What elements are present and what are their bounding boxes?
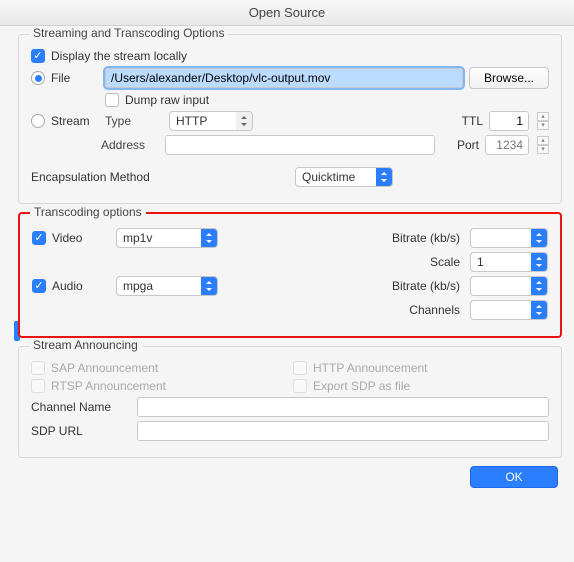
chevron-updown-icon <box>236 112 252 130</box>
chevron-updown-icon <box>201 277 217 295</box>
ok-button[interactable]: OK <box>470 466 558 488</box>
chevron-down-icon <box>531 301 547 319</box>
channel-name-label: Channel Name <box>31 400 131 414</box>
ttl-label: TTL <box>462 114 483 128</box>
scale-label: Scale <box>382 255 460 269</box>
audio-codec-select[interactable]: mpga <box>116 276 218 296</box>
ttl-input[interactable] <box>489 111 529 131</box>
channel-name-input[interactable] <box>137 397 549 417</box>
address-input[interactable] <box>165 135 435 155</box>
type-select[interactable]: HTTP <box>169 111 253 131</box>
dump-raw-checkbox[interactable] <box>105 93 119 107</box>
audio-bitrate-label: Bitrate (kb/s) <box>382 279 460 293</box>
display-locally-label: Display the stream locally <box>51 49 187 63</box>
rtsp-label: RTSP Announcement <box>51 379 166 393</box>
scale-select[interactable]: 1 <box>470 252 548 272</box>
file-path-input[interactable] <box>105 68 463 88</box>
type-label: Type <box>105 114 163 128</box>
channels-label: Channels <box>382 303 460 317</box>
chevron-down-icon <box>531 229 547 247</box>
browse-button[interactable]: Browse... <box>469 67 549 89</box>
channels-select[interactable] <box>470 300 548 320</box>
audio-label: Audio <box>52 279 110 293</box>
chevron-updown-icon <box>376 168 392 186</box>
streaming-options-legend: Streaming and Transcoding Options <box>29 26 228 40</box>
encapsulation-select[interactable]: Quicktime <box>295 167 393 187</box>
streaming-options-group: Streaming and Transcoding Options ✓ Disp… <box>18 34 562 204</box>
open-source-window: Open Source Streaming and Transcoding Op… <box>0 0 574 562</box>
video-label: Video <box>52 231 110 245</box>
sdp-url-label: SDP URL <box>31 424 131 438</box>
http-announce-checkbox <box>293 361 307 375</box>
port-label: Port <box>457 138 479 152</box>
export-sdp-label: Export SDP as file <box>313 379 410 393</box>
sdp-url-input[interactable] <box>137 421 549 441</box>
encapsulation-label: Encapsulation Method <box>31 170 181 184</box>
sap-label: SAP Announcement <box>51 361 158 375</box>
stream-announcing-legend: Stream Announcing <box>29 338 142 352</box>
dump-raw-label: Dump raw input <box>125 93 209 107</box>
video-codec-select[interactable]: mp1v <box>116 228 218 248</box>
file-radio[interactable] <box>31 71 45 85</box>
file-radio-label: File <box>51 71 99 85</box>
video-bitrate-select[interactable] <box>470 228 548 248</box>
sap-checkbox <box>31 361 45 375</box>
address-label: Address <box>101 138 159 152</box>
transcoding-options-group: Transcoding options ✓ Video mp1v Bitrate… <box>18 212 562 338</box>
audio-checkbox[interactable]: ✓ <box>32 279 46 293</box>
chevron-down-icon <box>531 253 547 271</box>
window-title: Open Source <box>0 0 574 26</box>
stream-radio[interactable] <box>31 114 45 128</box>
port-input[interactable] <box>485 135 529 155</box>
stream-radio-label: Stream <box>51 114 99 128</box>
video-bitrate-label: Bitrate (kb/s) <box>382 231 460 245</box>
transcoding-options-legend: Transcoding options <box>30 205 146 219</box>
display-locally-checkbox[interactable]: ✓ <box>31 49 45 63</box>
port-stepper[interactable]: ▴▾ <box>537 136 549 154</box>
http-announce-label: HTTP Announcement <box>313 361 428 375</box>
video-checkbox[interactable]: ✓ <box>32 231 46 245</box>
chevron-updown-icon <box>201 229 217 247</box>
audio-bitrate-select[interactable] <box>470 276 548 296</box>
chevron-down-icon <box>531 277 547 295</box>
stream-announcing-group: Stream Announcing SAP Announcement HTTP … <box>18 346 562 458</box>
rtsp-checkbox <box>31 379 45 393</box>
ttl-stepper[interactable]: ▴▾ <box>537 112 549 130</box>
export-sdp-checkbox <box>293 379 307 393</box>
